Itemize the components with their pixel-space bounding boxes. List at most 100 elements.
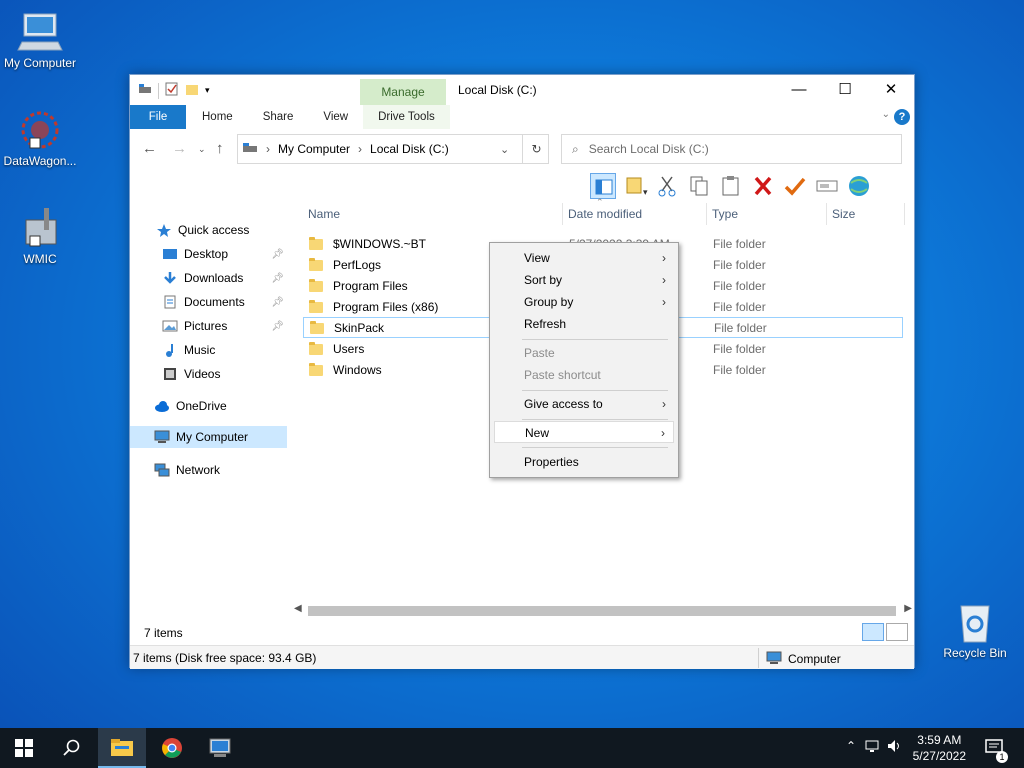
column-date-modified[interactable]: Date modified: [568, 207, 642, 221]
tab-home[interactable]: Home: [186, 105, 248, 129]
checkmark-icon[interactable]: [782, 173, 808, 199]
network-icon: [154, 463, 170, 477]
large-icons-view-icon[interactable]: [886, 623, 908, 641]
scroll-right-icon[interactable]: ▶: [904, 603, 912, 614]
rename-icon[interactable]: [814, 173, 840, 199]
nav-item-pictures[interactable]: Pictures 📌︎: [130, 315, 287, 337]
scroll-left-icon[interactable]: ◀: [294, 603, 302, 614]
menu-item-sort-by[interactable]: Sort by ›: [494, 269, 674, 291]
file-name: SkinPack: [334, 320, 385, 335]
tab-manage[interactable]: Manage: [360, 79, 446, 105]
nav-item-videos[interactable]: Videos: [130, 363, 287, 385]
menu-item-refresh[interactable]: Refresh: [494, 313, 674, 335]
nav-item-desktop[interactable]: Desktop 📌︎: [130, 243, 287, 265]
nav-item-my-computer[interactable]: My Computer: [130, 426, 287, 448]
menu-item-paste[interactable]: Paste: [494, 342, 674, 364]
refresh-button[interactable]: ↻: [522, 134, 550, 164]
column-name[interactable]: Name: [308, 207, 340, 221]
taskbar-remote-desktop[interactable]: [196, 728, 244, 768]
column-divider[interactable]: [562, 203, 563, 225]
nav-item-quick-access[interactable]: Quick access: [130, 219, 287, 241]
recent-locations-icon[interactable]: ⌄: [198, 144, 206, 155]
column-size[interactable]: Size: [832, 207, 855, 221]
notifications-button[interactable]: 1: [984, 738, 1008, 763]
paste-icon[interactable]: [718, 173, 744, 199]
file-type: File folder: [713, 278, 766, 293]
nav-item-label: Desktop: [184, 247, 229, 261]
maximize-button[interactable]: ☐: [822, 75, 868, 105]
delete-icon[interactable]: [750, 173, 776, 199]
documents-icon: [162, 295, 178, 309]
computer-icon: [766, 651, 782, 667]
nav-item-network[interactable]: Network: [130, 459, 287, 481]
volume-icon[interactable]: [886, 738, 902, 757]
globe-icon[interactable]: [846, 173, 872, 199]
tab-file[interactable]: File: [130, 105, 186, 129]
search-icon: [63, 739, 80, 756]
minimize-button[interactable]: —: [776, 75, 822, 105]
menu-item-give-access-to[interactable]: Give access to ›: [494, 393, 674, 415]
start-button[interactable]: [0, 728, 48, 768]
desktop-icon-recycle-bin[interactable]: Recycle Bin: [935, 600, 1015, 660]
menu-item-group-by[interactable]: Group by ›: [494, 291, 674, 313]
network-status-icon[interactable]: [864, 738, 880, 757]
pin-icon[interactable]: 📌︎: [271, 321, 284, 332]
tab-view[interactable]: View: [308, 105, 363, 129]
tab-drive-tools[interactable]: Drive Tools: [363, 105, 450, 129]
expand-ribbon-icon[interactable]: ⌄: [882, 109, 890, 120]
column-type[interactable]: Type: [712, 207, 738, 221]
taskbar-chrome[interactable]: [148, 728, 196, 768]
tab-share[interactable]: Share: [248, 105, 309, 129]
scrollbar-thumb[interactable]: [308, 606, 896, 616]
column-divider[interactable]: [826, 203, 827, 225]
nav-item-music[interactable]: Music: [130, 339, 287, 361]
pin-icon[interactable]: 📌︎: [271, 249, 284, 260]
up-button[interactable]: ↑: [216, 140, 224, 157]
taskbar-file-explorer[interactable]: [98, 728, 146, 768]
desktop-icon-label: My Computer: [3, 56, 77, 70]
properties-icon[interactable]: [165, 82, 179, 99]
cut-icon[interactable]: [654, 173, 680, 199]
new-folder-icon[interactable]: [185, 82, 199, 99]
chevron-right-icon[interactable]: ›: [266, 142, 270, 156]
item-count: 7 items: [144, 626, 183, 640]
clock[interactable]: 3:59 AM 5/27/2022: [913, 732, 966, 764]
remote-desktop-icon: [209, 738, 231, 757]
horizontal-scrollbar[interactable]: ◀ ▶: [290, 603, 916, 619]
copy-icon[interactable]: [686, 173, 712, 199]
pin-icon[interactable]: 📌︎: [271, 297, 284, 308]
menu-item-paste-shortcut[interactable]: Paste shortcut: [494, 364, 674, 386]
preview-pane-icon[interactable]: [590, 173, 616, 199]
menu-item-view[interactable]: View ›: [494, 247, 674, 269]
properties-icon[interactable]: ▾: [622, 173, 648, 199]
chevron-right-icon[interactable]: ›: [358, 142, 362, 156]
chevron-right-icon: ›: [662, 251, 666, 265]
taskbar: ⌃ 3:59 AM 5/27/2022 1: [0, 728, 1024, 768]
column-divider[interactable]: [706, 203, 707, 225]
desktop-icon-my-computer[interactable]: My Computer: [0, 10, 80, 70]
chevron-down-icon[interactable]: ▾: [205, 85, 210, 96]
show-hidden-icons-icon[interactable]: ⌃: [846, 739, 856, 753]
search-input[interactable]: ⌕ Search Local Disk (C:): [561, 134, 902, 164]
address-bar[interactable]: › My Computer › Local Disk (C:) ⌄: [237, 134, 549, 164]
search-button[interactable]: [48, 728, 96, 768]
back-button[interactable]: ←: [142, 140, 157, 157]
desktop-icon-datawagon[interactable]: DataWagon...: [0, 108, 80, 168]
pin-icon[interactable]: 📌︎: [271, 273, 284, 284]
menu-item-properties[interactable]: Properties: [494, 451, 674, 473]
desktop-icon-wmic[interactable]: WMIC: [0, 206, 80, 266]
nav-item-onedrive[interactable]: OneDrive: [130, 395, 287, 417]
nav-item-documents[interactable]: Documents 📌︎: [130, 291, 287, 313]
breadcrumb-local-disk[interactable]: Local Disk (C:): [370, 142, 449, 156]
help-icon[interactable]: ?: [894, 109, 910, 125]
breadcrumb-my-computer[interactable]: My Computer: [278, 142, 350, 156]
address-dropdown-icon[interactable]: ⌄: [500, 143, 509, 156]
nav-item-downloads[interactable]: Downloads 📌︎: [130, 267, 287, 289]
menu-item-new[interactable]: New ›: [494, 421, 674, 443]
close-button[interactable]: ✕: [868, 75, 914, 105]
file-type: File folder: [713, 362, 766, 377]
details-view-icon[interactable]: [862, 623, 884, 641]
column-divider[interactable]: [904, 203, 905, 225]
recycle-bin-icon: [951, 600, 999, 644]
forward-button[interactable]: →: [172, 140, 187, 157]
